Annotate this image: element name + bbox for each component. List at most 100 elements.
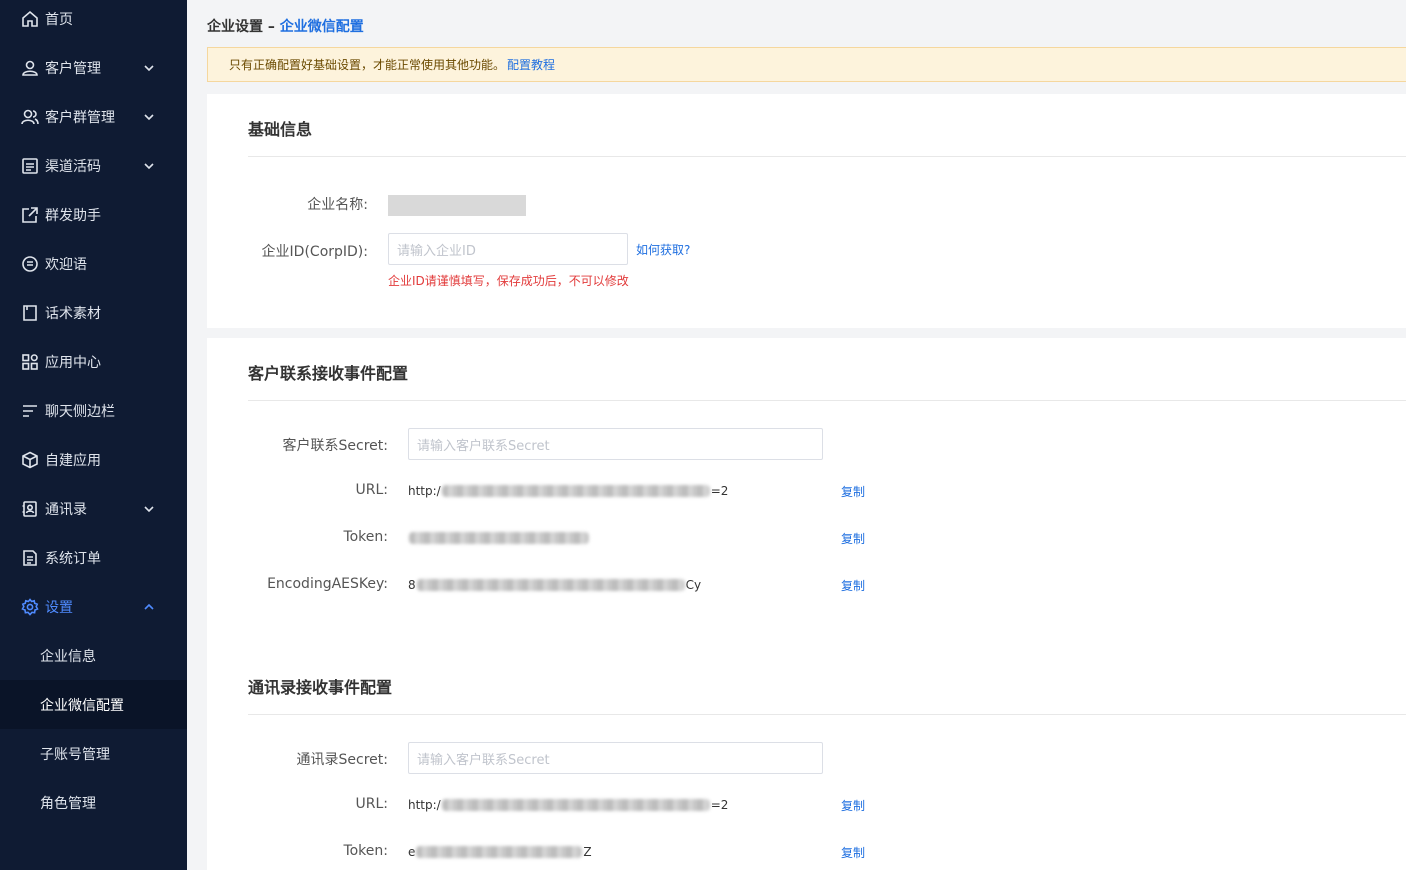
sidebar-item-app-center[interactable]: 应用中心 <box>0 337 187 386</box>
company-name-value <box>388 195 526 216</box>
book-icon <box>21 304 39 322</box>
sidebar-subitem-label: 子账号管理 <box>40 746 110 763</box>
customer-url-label: URL: <box>355 482 389 498</box>
sidebar-item-label: 群发助手 <box>45 207 101 224</box>
sidebar-subitem-company-info[interactable]: 企业信息 <box>0 631 187 680</box>
contacts-event-title: 通讯录接收事件配置 <box>248 678 393 697</box>
order-icon <box>21 549 39 567</box>
notice-banner: 只有正确配置好基础设置，才能正常使用其他功能。 配置教程 <box>207 47 1406 82</box>
contacts-icon <box>21 500 39 518</box>
sidebar-item-label: 设置 <box>45 599 73 616</box>
contacts-secret-label: 通讯录Secret: <box>296 752 388 768</box>
sidebar-item-label: 话术素材 <box>45 305 101 322</box>
sidebar-subitem-sub-accounts[interactable]: 子账号管理 <box>0 729 187 778</box>
customer-url-value: http:/ =2 <box>408 483 728 499</box>
sidebar-item-welcome[interactable]: 欢迎语 <box>0 239 187 288</box>
sidebar-item-label: 通讯录 <box>45 501 87 518</box>
sidebar-item-label: 应用中心 <box>45 354 101 371</box>
contacts-url-label: URL: <box>355 796 389 812</box>
masked-text <box>416 579 685 591</box>
chevron-down-icon <box>143 62 155 74</box>
sidebar-item-home[interactable]: 首页 <box>0 0 187 43</box>
sidebar-subitem-roles[interactable]: 角色管理 <box>0 778 187 827</box>
box-icon <box>21 451 39 469</box>
chevron-down-icon <box>143 111 155 123</box>
basic-info-title: 基础信息 <box>248 120 313 139</box>
apps-icon <box>21 353 39 371</box>
copy-token-button[interactable]: 复制 <box>841 844 865 861</box>
corpid-warning: 企业ID请谨慎填写，保存成功后，不可以修改 <box>388 274 629 288</box>
sidebar-item-mass-send[interactable]: 群发助手 <box>0 190 187 239</box>
aes-prefix: 8 <box>408 578 416 592</box>
divider <box>248 714 1406 715</box>
event-config-card: 客户联系接收事件配置 客户联系Secret: 请输入客户联系Secret URL… <box>207 338 1406 870</box>
sidebar-item-label: 欢迎语 <box>45 256 87 273</box>
sidebar-subitem-label: 角色管理 <box>40 795 96 812</box>
sidebar-item-customers[interactable]: 客户管理 <box>0 43 187 92</box>
token-suffix: Z <box>583 845 592 859</box>
masked-text <box>416 846 583 858</box>
corpid-help-link[interactable]: 如何获取? <box>636 241 690 258</box>
chevron-up-icon <box>143 601 155 613</box>
breadcrumb-separator: – <box>263 19 280 35</box>
list-icon <box>21 402 39 420</box>
sidebar-subitem-label: 企业信息 <box>40 648 96 665</box>
user-icon <box>21 59 39 77</box>
share-icon <box>21 206 39 224</box>
customer-aes-value: 8 Cy <box>408 577 701 593</box>
masked-text <box>409 532 589 544</box>
copy-url-button[interactable]: 复制 <box>841 797 865 814</box>
basic-info-card: 基础信息 企业名称: 企业ID(CorpID): 请输入企业ID 如何获取? 企… <box>207 94 1406 328</box>
sidebar-item-custom-apps[interactable]: 自建应用 <box>0 435 187 484</box>
copy-aes-button[interactable]: 复制 <box>841 577 865 594</box>
notice-text: 只有正确配置好基础设置，才能正常使用其他功能。 <box>229 58 506 72</box>
contacts-token-label: Token: <box>343 843 388 859</box>
customer-event-title: 客户联系接收事件配置 <box>248 364 409 383</box>
sidebar-item-scripts[interactable]: 话术素材 <box>0 288 187 337</box>
company-name-label: 企业名称: <box>307 197 368 213</box>
customer-secret-label: 客户联系Secret: <box>282 438 388 454</box>
sidebar-item-label: 自建应用 <box>45 452 101 469</box>
breadcrumb-current: 企业微信配置 <box>279 19 364 35</box>
qrcode-icon <box>21 157 39 175</box>
sidebar-item-label: 客户管理 <box>45 60 101 77</box>
url-prefix: http:/ <box>408 798 441 812</box>
sidebar-item-orders[interactable]: 系统订单 <box>0 533 187 582</box>
aes-suffix: Cy <box>685 578 702 592</box>
chevron-down-icon <box>143 503 155 515</box>
sidebar-item-label: 系统订单 <box>45 550 101 567</box>
masked-text <box>441 485 710 497</box>
sidebar-item-contacts[interactable]: 通讯录 <box>0 484 187 533</box>
sidebar-item-label: 首页 <box>45 11 73 28</box>
customer-secret-input[interactable]: 请输入客户联系Secret <box>408 428 823 460</box>
sidebar-item-label: 客户群管理 <box>45 109 115 126</box>
customer-aes-label: EncodingAESKey: <box>267 576 388 592</box>
gear-icon <box>21 597 39 616</box>
breadcrumb-parent[interactable]: 企业设置 <box>207 19 263 35</box>
corpid-input[interactable]: 请输入企业ID <box>388 233 628 265</box>
home-icon <box>21 10 39 28</box>
sidebar: 首页 客户管理 客户群管理 渠道活码 群发助手 欢迎语 话术素材 应用中心 聊天… <box>0 0 187 870</box>
sidebar-item-chat-sidebar[interactable]: 聊天侧边栏 <box>0 386 187 435</box>
url-suffix: =2 <box>710 484 729 498</box>
sidebar-subitem-label: 企业微信配置 <box>40 697 124 714</box>
customer-token-label: Token: <box>343 529 388 545</box>
copy-url-button[interactable]: 复制 <box>841 483 865 500</box>
sidebar-item-settings[interactable]: 设置 <box>0 582 187 631</box>
url-suffix: =2 <box>710 798 729 812</box>
customer-token-value <box>408 530 590 546</box>
masked-text <box>441 799 710 811</box>
sidebar-item-customer-groups[interactable]: 客户群管理 <box>0 92 187 141</box>
breadcrumb: 企业设置 – 企业微信配置 <box>207 16 364 36</box>
config-tutorial-link[interactable]: 配置教程 <box>507 56 555 73</box>
sidebar-item-label: 聊天侧边栏 <box>45 403 115 420</box>
copy-token-button[interactable]: 复制 <box>841 530 865 547</box>
token-prefix: e <box>408 845 416 859</box>
group-icon <box>21 108 39 126</box>
sidebar-subitem-wecom-config[interactable]: 企业微信配置 <box>0 680 187 729</box>
contacts-token-value: e Z <box>408 844 592 860</box>
contacts-secret-input[interactable]: 请输入客户联系Secret <box>408 742 823 774</box>
divider <box>248 400 1406 401</box>
sidebar-item-channel-qrcode[interactable]: 渠道活码 <box>0 141 187 190</box>
sidebar-item-label: 渠道活码 <box>45 158 101 175</box>
